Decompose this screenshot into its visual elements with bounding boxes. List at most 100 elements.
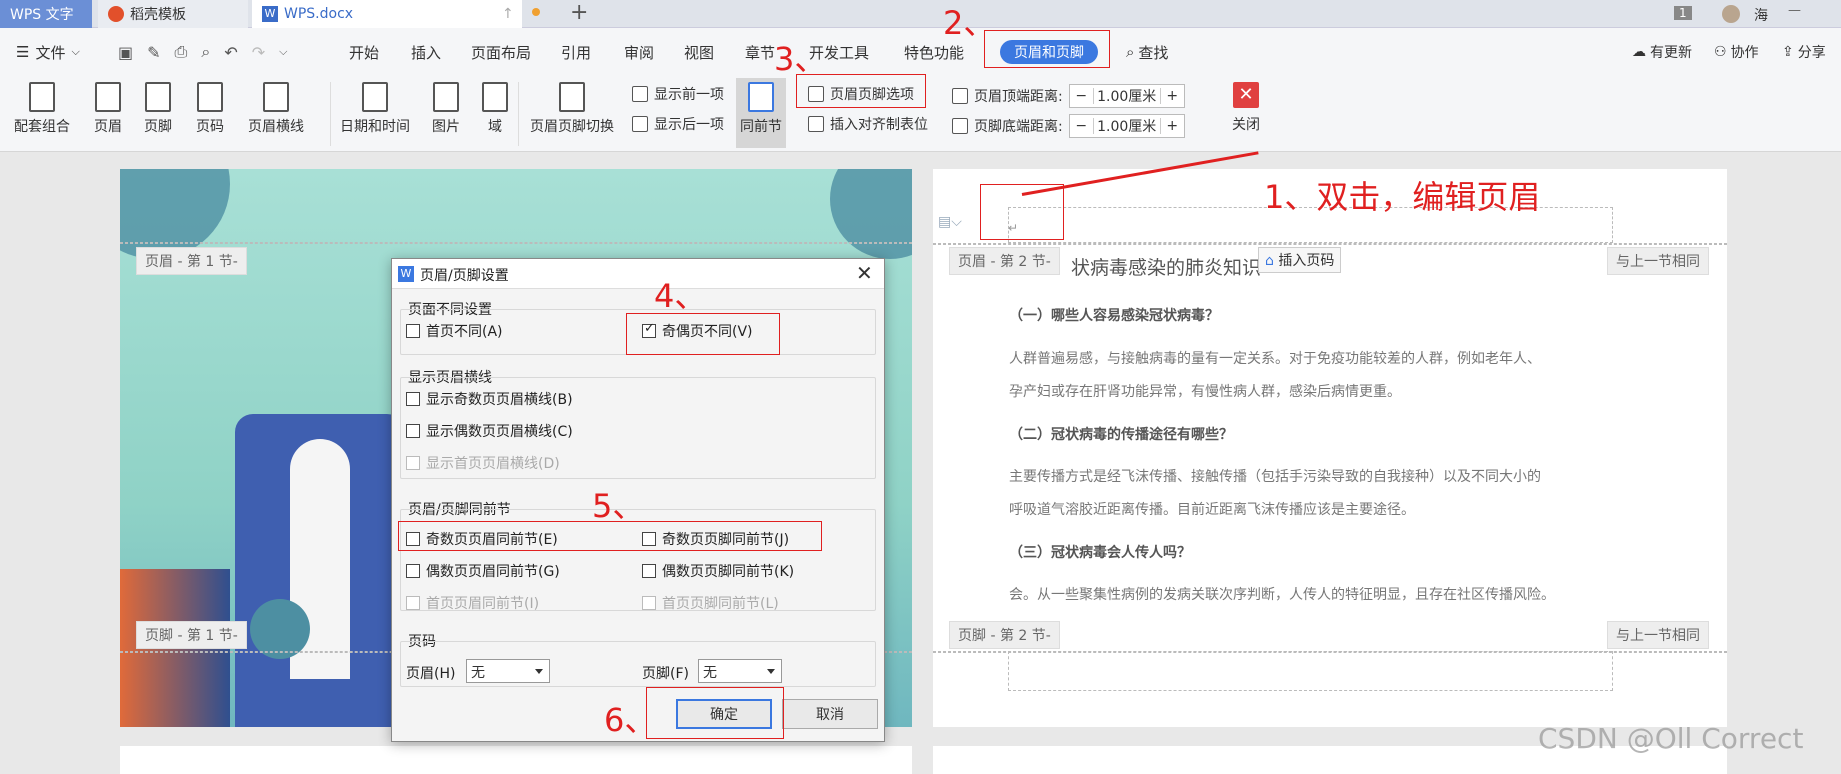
header-line-button[interactable]: 页眉横线 — [248, 82, 304, 136]
menu-view[interactable]: 视图 — [684, 28, 714, 76]
page-number-icon — [197, 82, 223, 112]
menu-chapter[interactable]: 章节 — [745, 28, 775, 76]
upload-icon[interactable]: ↑ — [502, 6, 514, 22]
annotation-box-6 — [646, 687, 784, 739]
header-pn-select[interactable]: 无 — [466, 659, 550, 683]
header-line-label: 页眉横线 — [248, 119, 304, 135]
virus-icon — [250, 599, 310, 659]
checkbox-label: 首页页脚同前节(L) — [662, 596, 779, 612]
collab-button[interactable]: ⚇ 协作 — [1714, 28, 1759, 76]
header-distance-icon — [952, 88, 968, 104]
first-header-line-checkbox: 显示首页页眉横线(D) — [406, 453, 560, 473]
increase-button[interactable]: + — [1159, 88, 1184, 104]
tab-template[interactable]: 稻壳模板 — [98, 0, 248, 28]
same-as-prev-tag: 与上一节相同 — [1607, 247, 1709, 275]
tab-wps-writer[interactable]: WPS 文字 — [0, 0, 92, 28]
footer-pn-select[interactable]: 无 — [698, 659, 782, 683]
checkbox-label: 偶数页页眉同前节(G) — [426, 564, 560, 580]
datetime-button[interactable]: 日期和时间 — [340, 82, 410, 136]
same-as-prev-label: 同前节 — [740, 119, 782, 135]
footer-pn-label: 页脚(F) — [642, 666, 689, 682]
close-hf-button[interactable]: ✕ 关闭 — [1232, 82, 1260, 134]
cancel-button[interactable]: 取消 — [782, 699, 878, 729]
header-section-tag: 页眉 - 第 2 节- — [949, 247, 1060, 275]
show-prev-button[interactable]: 显示前一项 — [632, 84, 724, 104]
menu-start[interactable]: 开始 — [349, 28, 379, 76]
tab-document[interactable]: W WPS.docx ↑ — [252, 0, 522, 28]
even-header-same-checkbox[interactable]: 偶数页页眉同前节(G) — [406, 561, 560, 581]
hamburger-icon: ☰ — [16, 43, 30, 61]
show-next-label: 显示后一项 — [654, 117, 724, 133]
insert-align-tab-button[interactable]: 插入对齐制表位 — [808, 114, 928, 134]
menu-references[interactable]: 引用 — [561, 28, 591, 76]
close-icon[interactable]: ✕ — [856, 261, 873, 285]
show-prev-label: 显示前一项 — [654, 87, 724, 103]
first-page-diff-checkbox[interactable]: 首页不同(A) — [406, 321, 503, 341]
menu-review[interactable]: 审阅 — [624, 28, 654, 76]
menu-find[interactable]: ⌕ 查找 — [1126, 28, 1168, 76]
combo-label: 配套组合 — [14, 119, 70, 135]
collab-label: 协作 — [1730, 45, 1759, 61]
ribbon-divider — [518, 82, 519, 146]
annotation-box-4 — [626, 313, 780, 355]
update-button[interactable]: ☁ 有更新 — [1632, 28, 1692, 76]
header-pn-label: 页眉(H) — [406, 666, 456, 682]
increase-button[interactable]: + — [1159, 118, 1184, 134]
field-label: 域 — [488, 119, 502, 135]
file-menu[interactable]: ☰ 文件 ⌵ — [16, 28, 80, 76]
format-painter-icon[interactable]: ✎ — [147, 43, 160, 62]
menu-insert[interactable]: 插入 — [411, 28, 441, 76]
even-footer-same-checkbox[interactable]: 偶数页页脚同前节(K) — [642, 561, 794, 581]
footer-bottom-input[interactable]: 1.00厘米 — [1094, 116, 1160, 136]
show-next-button[interactable]: 显示后一项 — [632, 114, 724, 134]
annotation-2: 2、 — [943, 4, 996, 42]
share-button[interactable]: ⇪ 分享 — [1782, 28, 1826, 76]
annotation-5: 5、 — [592, 487, 645, 525]
header-footer-settings-dialog: W 页眉/页脚设置 ✕ 页面不同设置 首页不同(A) ✓ 奇偶页不同(V) 4、 … — [391, 258, 885, 742]
footer-button[interactable]: 页脚 — [144, 82, 172, 136]
decrease-button[interactable]: − — [1070, 118, 1094, 134]
paragraph-1b: 孕产妇或存在肝肾功能异常，有慢性病人群，感染后病情更重。 — [1009, 384, 1401, 400]
hf-switch-label: 页眉页脚切换 — [530, 119, 614, 135]
redo-icon[interactable]: ↷ — [252, 43, 265, 62]
footer-bottom-distance: 页脚底端距离: −1.00厘米 + — [952, 114, 1185, 138]
picture-icon — [433, 82, 459, 112]
right-page[interactable]: ▤⌵ ↵ 页眉 - 第 2 节- 状病毒感染的肺炎知识 ⌂ 插入页码 与上一节相… — [933, 169, 1727, 727]
undo-icon[interactable]: ↶ — [224, 43, 237, 62]
avatar[interactable] — [1722, 5, 1740, 23]
insert-page-number-button[interactable]: ⌂ 插入页码 — [1258, 247, 1342, 273]
header-top-input[interactable]: 1.00厘米 — [1094, 86, 1160, 106]
combo-button[interactable]: 配套组合 — [14, 82, 70, 136]
decrease-button[interactable]: − — [1070, 88, 1094, 104]
same-as-prev-button[interactable]: 同前节 — [736, 78, 786, 148]
header-button[interactable]: 页眉 — [94, 82, 122, 136]
footer-icon — [145, 82, 171, 112]
even-header-line-checkbox[interactable]: 显示偶数页页眉横线(C) — [406, 421, 573, 441]
first-header-same-checkbox: 首页页眉同前节(I) — [406, 593, 539, 613]
print-icon[interactable]: ⎙ — [175, 42, 188, 62]
find-label: 查找 — [1138, 43, 1169, 62]
print-preview-icon[interactable]: ⌕ — [201, 42, 210, 62]
close-icon: ✕ — [1233, 82, 1259, 108]
new-tab-icon[interactable]: + — [570, 0, 588, 25]
field-button[interactable]: 域 — [482, 82, 508, 136]
save-icon[interactable]: ▣ — [118, 43, 133, 62]
align-tab-icon — [808, 116, 824, 132]
next-icon — [632, 116, 648, 132]
footer-section-tag: 页脚 - 第 1 节- — [136, 621, 247, 649]
more-icon[interactable]: ⌵ — [279, 45, 287, 59]
dialog-title: 页眉/页脚设置 — [420, 268, 509, 284]
menu-page-layout[interactable]: 页面布局 — [471, 28, 531, 76]
wps-icon: W — [398, 266, 414, 282]
window-count-badge[interactable]: 1 — [1674, 6, 1692, 20]
hf-switch-button[interactable]: 页眉页脚切换 — [530, 82, 614, 136]
page-number-button[interactable]: 页码 — [196, 82, 224, 136]
template-icon — [108, 6, 124, 22]
paste-options-icon[interactable]: ▤⌵ — [938, 214, 962, 230]
minimize-icon[interactable]: — — [1788, 3, 1801, 18]
odd-header-line-checkbox[interactable]: 显示奇数页页眉横线(B) — [406, 389, 573, 409]
footer-edit-area[interactable] — [1008, 651, 1613, 691]
checkbox-box — [642, 564, 656, 578]
header-icon — [95, 82, 121, 112]
picture-button[interactable]: 图片 — [432, 82, 460, 136]
